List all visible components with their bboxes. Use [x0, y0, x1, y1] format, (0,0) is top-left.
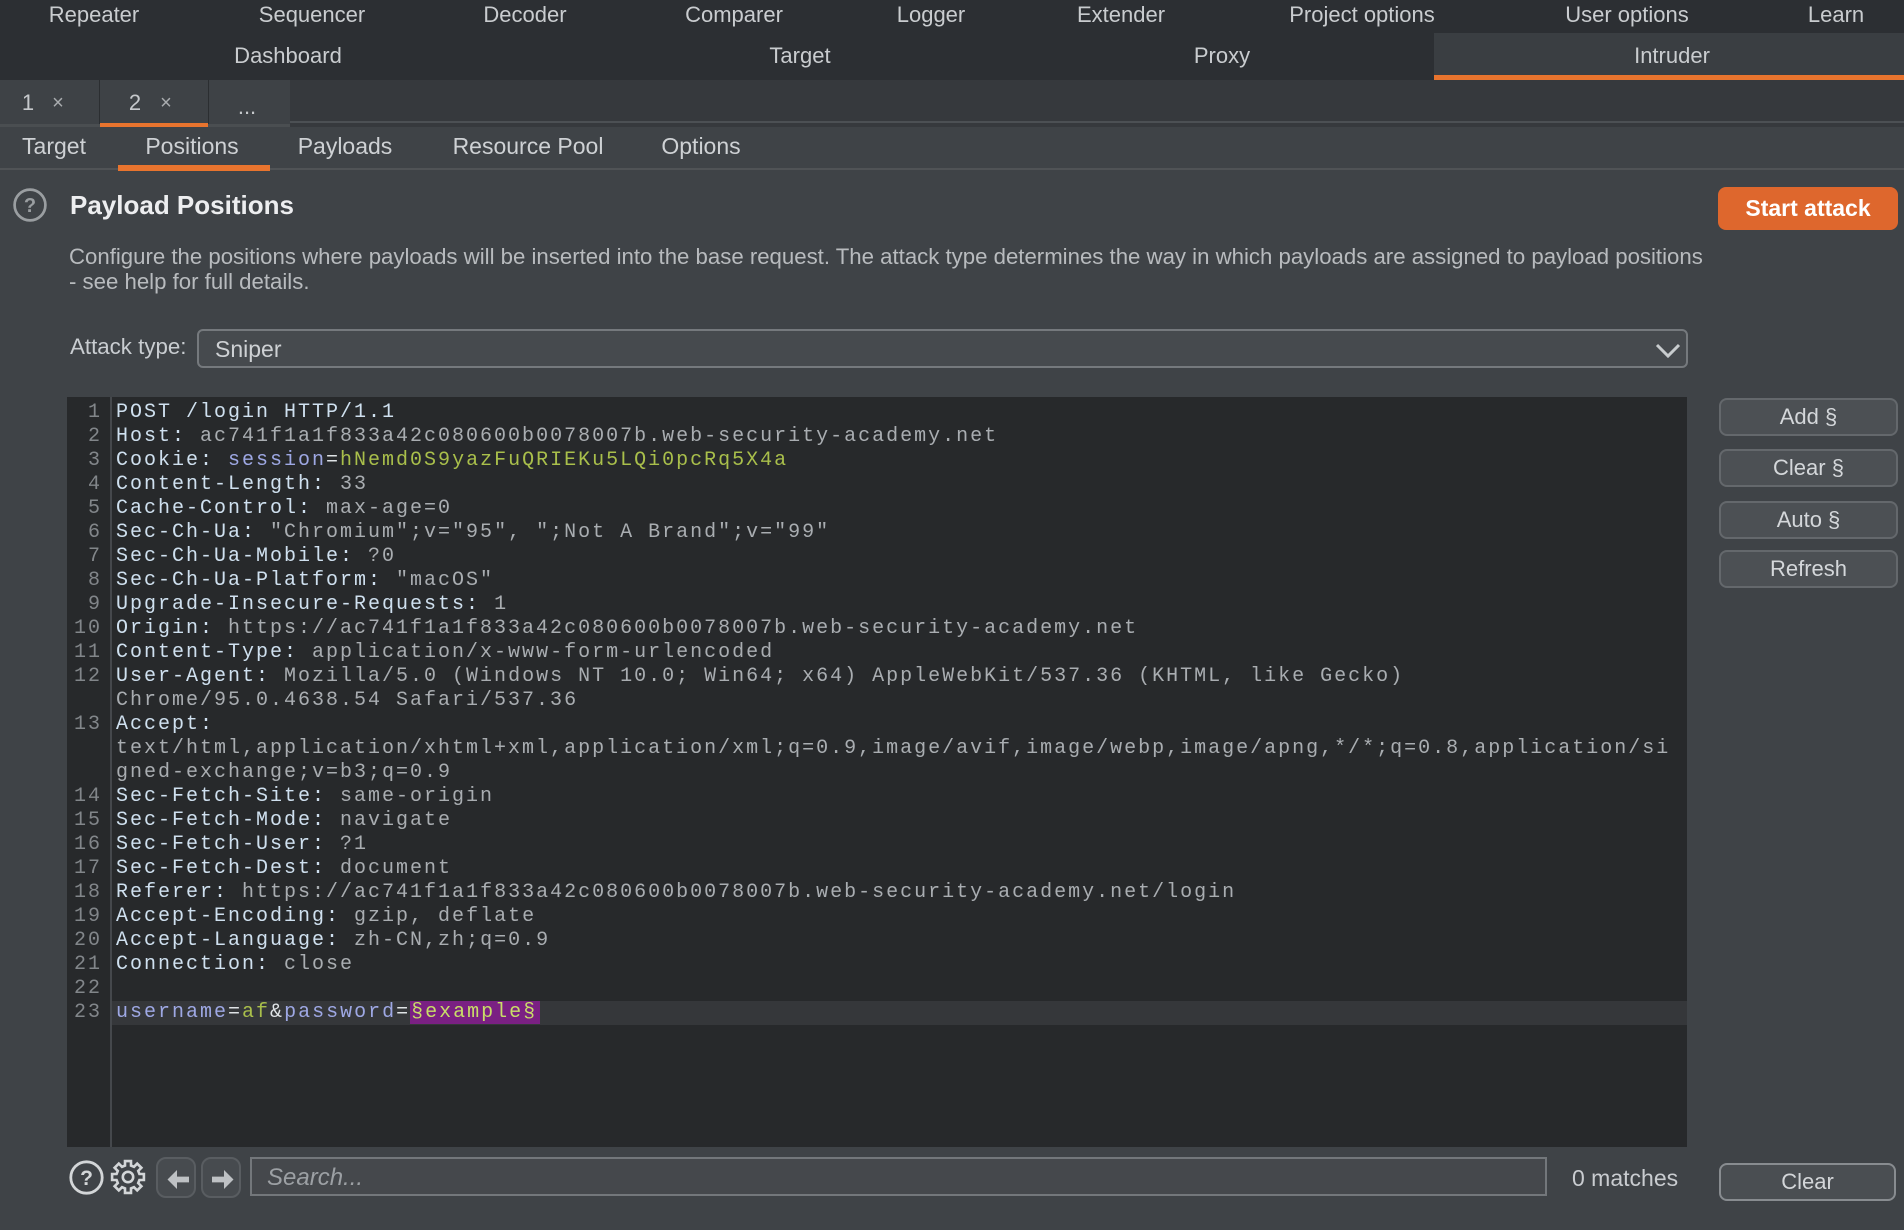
svg-text:?: ?	[24, 195, 36, 217]
svg-text:?: ?	[80, 1167, 93, 1190]
